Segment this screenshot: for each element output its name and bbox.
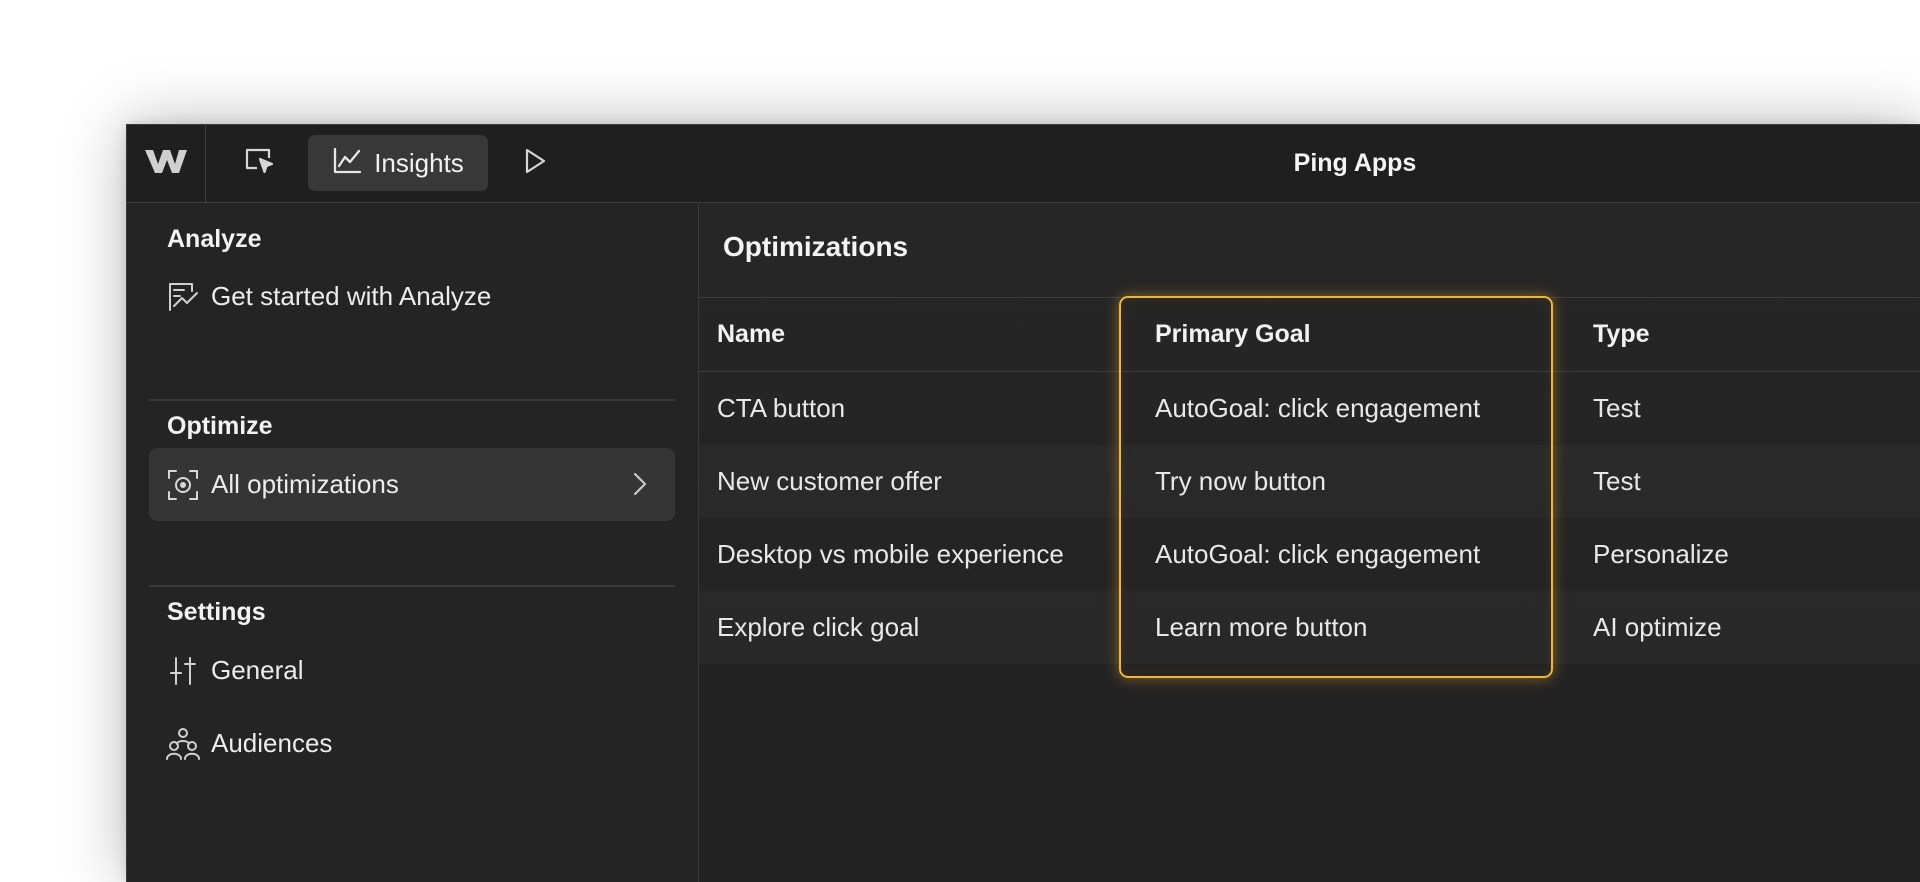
divider bbox=[149, 399, 675, 401]
play-icon bbox=[522, 147, 548, 180]
cell-name: New customer offer bbox=[717, 466, 942, 496]
sidebar-item-label: Get started with Analyze bbox=[211, 281, 492, 311]
sidebar-item-label: General bbox=[211, 655, 304, 685]
analyze-chart-icon bbox=[165, 279, 201, 315]
top-toolbar: Insights Ping Apps bbox=[127, 125, 1920, 203]
divider bbox=[149, 585, 675, 587]
sidebar-item-label: All optimizations bbox=[211, 469, 399, 499]
settings-section-title: Settings bbox=[167, 598, 266, 626]
chevron-right-icon bbox=[631, 470, 649, 505]
app-title: Ping Apps bbox=[1293, 149, 1417, 177]
cell-name: Explore click goal bbox=[717, 612, 920, 642]
sidebar: Analyze Get started with Analyze Optimiz… bbox=[127, 203, 699, 882]
app-window: Insights Ping Apps Analyze Get started w… bbox=[126, 124, 1920, 882]
webflow-logo-icon bbox=[144, 147, 188, 180]
cell-type: AI optimize bbox=[1593, 612, 1722, 642]
insights-label: Insights bbox=[374, 147, 464, 178]
cell-goal: Try now button bbox=[1155, 466, 1327, 496]
cell-goal: AutoGoal: click engagement bbox=[1155, 539, 1481, 569]
insights-tab[interactable]: Insights bbox=[308, 135, 488, 191]
cell-type: Test bbox=[1593, 393, 1641, 423]
table-row[interactable]: CTA button AutoGoal: click engagement Te… bbox=[699, 372, 1920, 445]
table-header: Name Primary Goal Type bbox=[699, 297, 1920, 372]
preview-button[interactable] bbox=[507, 135, 563, 191]
designer-select-button[interactable] bbox=[231, 135, 287, 191]
cell-goal: Learn more button bbox=[1155, 612, 1368, 642]
optimize-section-title: Optimize bbox=[167, 412, 273, 440]
sidebar-item-label: Audiences bbox=[211, 728, 333, 758]
cell-name: CTA button bbox=[717, 393, 846, 423]
logo[interactable] bbox=[127, 125, 206, 202]
analyze-section-title: Analyze bbox=[167, 225, 262, 253]
table-row[interactable]: Desktop vs mobile experience AutoGoal: c… bbox=[699, 518, 1920, 591]
cell-name: Desktop vs mobile experience bbox=[717, 539, 1064, 569]
target-focus-icon bbox=[165, 467, 201, 503]
sidebar-item-general[interactable]: General bbox=[149, 634, 675, 707]
column-header-primary-goal[interactable]: Primary Goal bbox=[1155, 298, 1311, 371]
sidebar-item-all-optimizations[interactable]: All optimizations bbox=[149, 448, 675, 521]
line-chart-icon bbox=[332, 147, 362, 180]
column-header-type[interactable]: Type bbox=[1593, 298, 1650, 371]
cursor-select-icon bbox=[243, 146, 275, 181]
table-row[interactable]: Explore click goal Learn more button AI … bbox=[699, 591, 1920, 664]
sliders-icon bbox=[165, 653, 201, 689]
table-row[interactable]: New customer offer Try now button Test bbox=[699, 445, 1920, 518]
column-header-name[interactable]: Name bbox=[717, 298, 785, 371]
sidebar-item-audiences[interactable]: Audiences bbox=[149, 707, 675, 780]
page-title: Optimizations bbox=[723, 231, 909, 262]
optimizations-table: Name Primary Goal Type CTA button AutoGo… bbox=[699, 297, 1920, 664]
sidebar-item-get-started[interactable]: Get started with Analyze bbox=[149, 260, 675, 333]
cell-type: Test bbox=[1593, 466, 1641, 496]
users-icon bbox=[165, 726, 201, 762]
cell-type: Personalize bbox=[1593, 539, 1729, 569]
cell-goal: AutoGoal: click engagement bbox=[1155, 393, 1481, 423]
main-content: Optimizations Name Primary Goal Type CTA… bbox=[699, 203, 1920, 882]
